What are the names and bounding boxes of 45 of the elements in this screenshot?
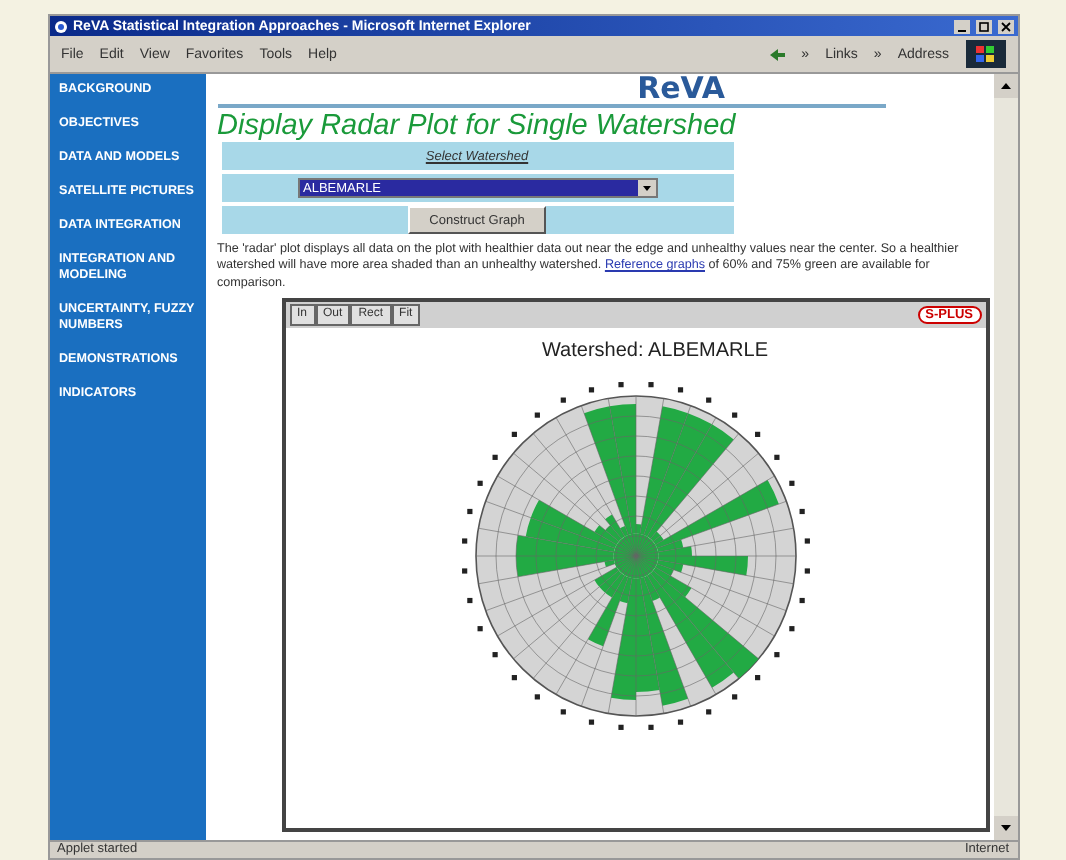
page-heading: Display Radar Plot for Single Watershed: [217, 110, 738, 142]
plot-title: Watershed: ALBEMARLE: [541, 339, 768, 362]
tick-mark: [773, 454, 779, 460]
tick-mark: [461, 538, 467, 544]
tick-mark: [798, 597, 804, 603]
minimize-icon[interactable]: [953, 19, 969, 33]
close-icon[interactable]: [997, 19, 1013, 33]
tick-mark: [510, 431, 516, 437]
back-arrow-icon[interactable]: [767, 47, 786, 61]
tick-mark: [754, 674, 760, 680]
tick-mark: [788, 625, 794, 632]
maximize-icon[interactable]: [975, 19, 991, 33]
tick-mark: [466, 597, 472, 603]
tick-mark: [533, 412, 539, 418]
tick-mark: [510, 674, 516, 680]
tick-mark: [798, 508, 804, 514]
tick-mark: [476, 480, 482, 486]
tick-mark: [533, 694, 539, 700]
caret-icon[interactable]: [637, 180, 655, 196]
scroll-up-icon[interactable]: [993, 74, 1017, 98]
tick-mark: [705, 397, 711, 403]
logo: ReVA: [637, 74, 725, 104]
tick-mark: [731, 694, 737, 700]
tick-mark: [647, 381, 653, 388]
tick-mark: [803, 568, 809, 574]
tick-mark: [773, 651, 779, 658]
tick-mark: [476, 625, 482, 632]
tick-mark: [731, 412, 737, 418]
tick-mark: [647, 724, 653, 730]
tick-mark: [559, 709, 565, 715]
tick-mark: [617, 381, 623, 388]
tick-mark: [788, 480, 794, 486]
tick-mark: [491, 454, 497, 460]
tick-mark: [461, 568, 467, 574]
scrollbar[interactable]: [993, 74, 1017, 840]
tick-mark: [491, 651, 497, 658]
tick-mark: [559, 397, 565, 403]
windows-logo-icon: [965, 40, 1005, 68]
tick-mark: [754, 431, 760, 437]
tick-mark: [617, 724, 623, 730]
tick-mark: [803, 538, 809, 544]
scroll-down-icon[interactable]: [993, 816, 1017, 840]
browser-icon: [53, 19, 67, 33]
tick-mark: [705, 709, 711, 715]
tick-mark: [466, 508, 472, 514]
